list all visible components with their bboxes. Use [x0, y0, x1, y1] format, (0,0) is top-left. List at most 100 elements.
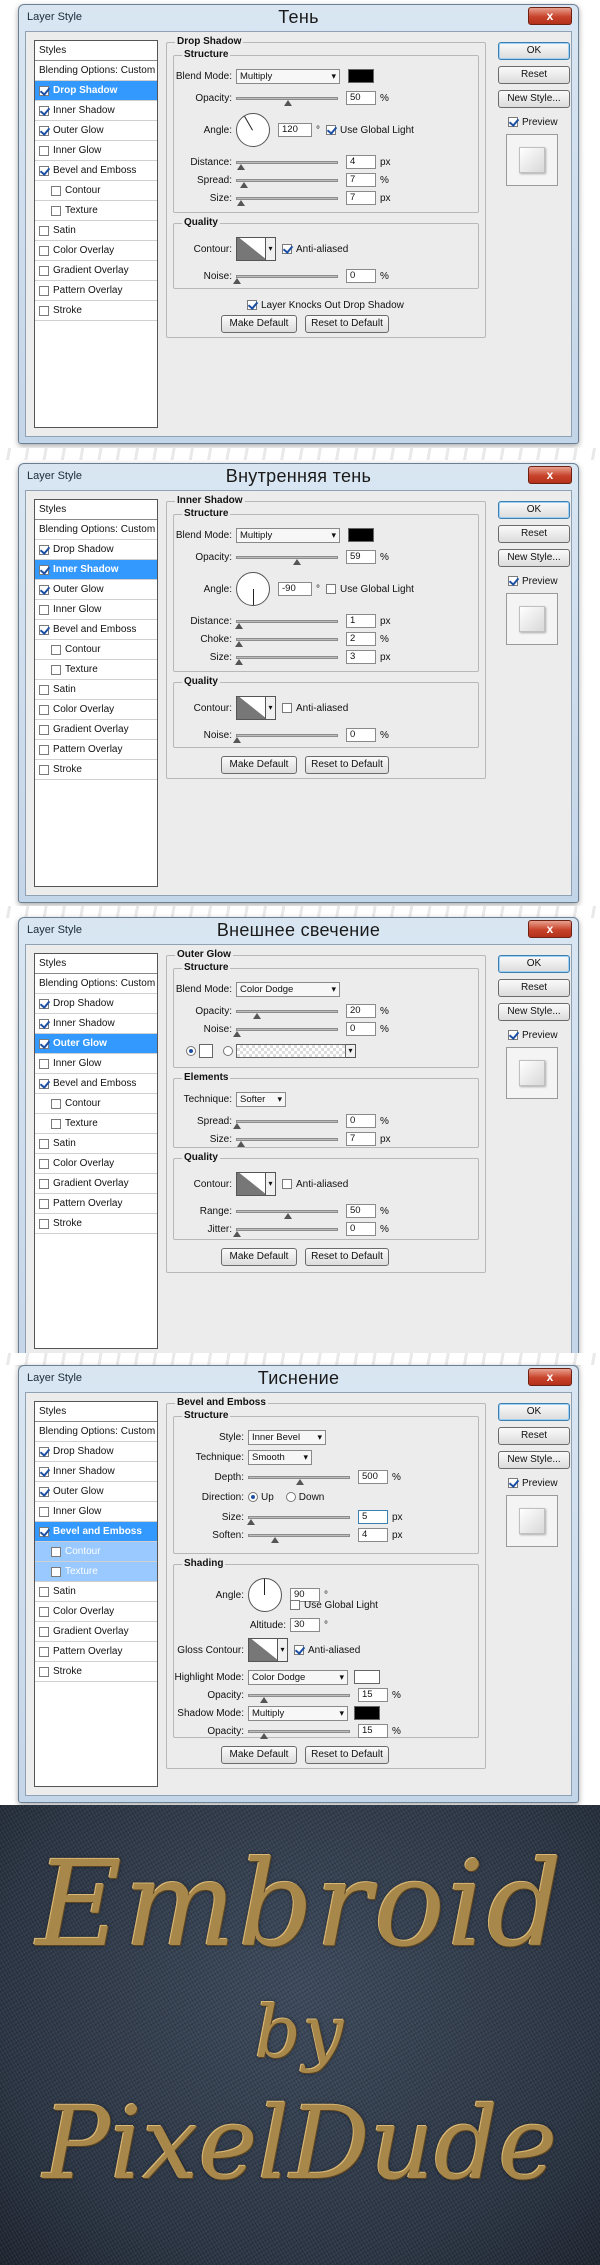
title-bar[interactable]: Layer Style Внутренняя тень x: [19, 464, 578, 490]
check-icon[interactable]: [39, 1446, 49, 1457]
style-pattern-overlay[interactable]: Pattern Overlay: [35, 1642, 157, 1662]
checkbox-icon[interactable]: [39, 744, 49, 755]
styles-header[interactable]: Styles: [35, 954, 157, 974]
style-bevel-emboss[interactable]: Bevel and Emboss: [35, 1074, 157, 1094]
title-bar[interactable]: Layer Style Тиснение x: [19, 1366, 578, 1392]
chevron-down-icon[interactable]: ▾: [266, 696, 276, 720]
opacity-slider[interactable]: [236, 1009, 338, 1019]
checkbox-icon[interactable]: [39, 1218, 49, 1229]
checkbox-icon[interactable]: [39, 604, 49, 615]
shadow-opacity-slider[interactable]: [248, 1729, 350, 1739]
checkbox-icon[interactable]: [39, 1198, 49, 1209]
noise-slider[interactable]: [233, 733, 338, 743]
checkbox-icon[interactable]: [39, 1606, 49, 1617]
angle-field[interactable]: -90: [278, 582, 312, 596]
checkbox-icon[interactable]: [39, 145, 49, 156]
highlight-opacity-field[interactable]: 15: [358, 1688, 388, 1702]
reset-to-default-button[interactable]: Reset to Default: [305, 1746, 389, 1764]
close-button[interactable]: x: [528, 466, 572, 484]
reset-to-default-button[interactable]: Reset to Default: [305, 315, 389, 333]
spread-field[interactable]: 0: [346, 1114, 376, 1128]
check-icon[interactable]: [39, 165, 49, 176]
noise-field[interactable]: 0: [346, 1022, 376, 1036]
style-bevel-emboss[interactable]: Bevel and Emboss: [35, 161, 157, 181]
depth-slider[interactable]: [248, 1475, 350, 1485]
style-inner-shadow[interactable]: Inner Shadow: [35, 1014, 157, 1034]
reset-to-default-button[interactable]: Reset to Default: [305, 756, 389, 774]
preview-checkbox[interactable]: [508, 1478, 518, 1488]
highlight-color-swatch[interactable]: [354, 1670, 380, 1684]
check-icon[interactable]: [39, 1038, 49, 1049]
style-gradient-overlay[interactable]: Gradient Overlay: [35, 1622, 157, 1642]
global-light-checkbox[interactable]: [326, 584, 336, 594]
style-inner-glow[interactable]: Inner Glow: [35, 1502, 157, 1522]
check-icon[interactable]: [39, 1466, 49, 1477]
make-default-button[interactable]: Make Default: [221, 1248, 297, 1266]
opacity-slider[interactable]: [236, 96, 338, 106]
slider-thumb[interactable]: [233, 1230, 241, 1237]
slider-thumb[interactable]: [240, 181, 248, 188]
slider-thumb[interactable]: [296, 1478, 304, 1485]
new-style-button[interactable]: New Style...: [498, 1003, 570, 1021]
checkbox-icon[interactable]: [51, 205, 61, 216]
style-satin[interactable]: Satin: [35, 1582, 157, 1602]
ok-button[interactable]: OK: [498, 501, 570, 519]
slider-thumb[interactable]: [247, 1518, 255, 1525]
new-style-button[interactable]: New Style...: [498, 549, 570, 567]
check-icon[interactable]: [39, 1486, 49, 1497]
checkbox-icon[interactable]: [39, 265, 49, 276]
spread-slider[interactable]: [233, 1119, 338, 1129]
noise-slider[interactable]: [233, 274, 338, 284]
global-light-checkbox[interactable]: [290, 1600, 300, 1610]
style-color-overlay[interactable]: Color Overlay: [35, 241, 157, 261]
noise-field[interactable]: 0: [346, 728, 376, 742]
size-slider[interactable]: [236, 1137, 338, 1147]
blend-mode-select[interactable]: Color Dodge: [236, 981, 340, 997]
highlight-opacity-slider[interactable]: [248, 1693, 350, 1703]
slider-thumb[interactable]: [271, 1536, 279, 1543]
check-icon[interactable]: [39, 584, 49, 595]
anti-aliased-checkbox[interactable]: [294, 1645, 304, 1655]
checkbox-icon[interactable]: [39, 1626, 49, 1637]
checkbox-icon[interactable]: [51, 1566, 61, 1577]
style-outer-glow[interactable]: Outer Glow: [35, 121, 157, 141]
style-contour[interactable]: Contour: [35, 640, 157, 660]
style-bevel-emboss[interactable]: Bevel and Emboss: [35, 1522, 157, 1542]
checkbox-icon[interactable]: [51, 1546, 61, 1557]
anti-aliased-checkbox[interactable]: [282, 703, 292, 713]
check-icon[interactable]: [39, 624, 49, 635]
checkbox-icon[interactable]: [39, 1666, 49, 1677]
soften-slider[interactable]: [248, 1533, 350, 1543]
range-field[interactable]: 50: [346, 1204, 376, 1218]
style-texture[interactable]: Texture: [35, 201, 157, 221]
size-slider[interactable]: [247, 1515, 350, 1525]
style-color-overlay[interactable]: Color Overlay: [35, 700, 157, 720]
style-drop-shadow[interactable]: Drop Shadow: [35, 540, 157, 560]
angle-dial[interactable]: [236, 572, 270, 606]
checkbox-icon[interactable]: [39, 1138, 49, 1149]
check-icon[interactable]: [39, 105, 49, 116]
glow-color-swatch[interactable]: [199, 1044, 213, 1058]
global-light-checkbox[interactable]: [326, 125, 336, 135]
style-color-overlay[interactable]: Color Overlay: [35, 1154, 157, 1174]
make-default-button[interactable]: Make Default: [221, 315, 297, 333]
technique-select[interactable]: Smooth: [248, 1449, 312, 1465]
depth-field[interactable]: 500: [358, 1470, 388, 1484]
style-pattern-overlay[interactable]: Pattern Overlay: [35, 281, 157, 301]
preview-checkbox[interactable]: [508, 1030, 518, 1040]
checkbox-icon[interactable]: [39, 1058, 49, 1069]
reset-button[interactable]: Reset: [498, 525, 570, 543]
contour-picker[interactable]: [236, 237, 266, 261]
jitter-slider[interactable]: [233, 1227, 338, 1237]
ok-button[interactable]: OK: [498, 955, 570, 973]
checkbox-icon[interactable]: [51, 185, 61, 196]
checkbox-icon[interactable]: [39, 245, 49, 256]
choke-field[interactable]: 2: [346, 632, 376, 646]
checkbox-icon[interactable]: [51, 1118, 61, 1129]
slider-thumb[interactable]: [237, 163, 245, 170]
style-pattern-overlay[interactable]: Pattern Overlay: [35, 1194, 157, 1214]
check-icon[interactable]: [39, 1018, 49, 1029]
style-blending-options[interactable]: Blending Options: Custom: [35, 974, 157, 994]
checkbox-icon[interactable]: [51, 664, 61, 675]
slider-thumb[interactable]: [284, 99, 292, 106]
